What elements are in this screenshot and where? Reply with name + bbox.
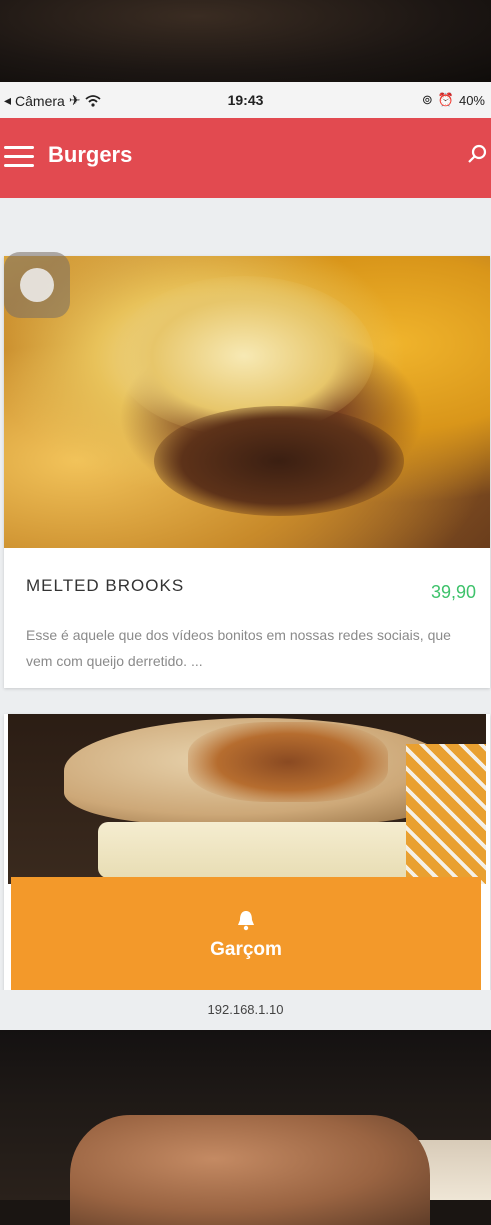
- search-icon[interactable]: [467, 144, 487, 164]
- menu-icon[interactable]: [4, 146, 34, 170]
- call-waiter-button[interactable]: Garçom: [11, 877, 481, 991]
- alarm-icon: ⏰: [437, 92, 454, 107]
- menu-item-photo: [8, 714, 486, 884]
- background-top: [0, 0, 491, 82]
- status-time: 19:43: [227, 92, 264, 108]
- battery-percent: 40%: [458, 92, 485, 108]
- menu-item-price: 39,90: [430, 582, 476, 602]
- menu-item-card[interactable]: MELTED BROOKS 39,90 Esse é aquele que do…: [4, 256, 490, 688]
- menu-item-photo: [4, 256, 490, 548]
- lock-rotation-icon: ⊚: [421, 92, 433, 107]
- assistive-touch-button[interactable]: [4, 252, 70, 318]
- status-bar: ◂ Câmera ✈ 19:43 ⊚ ⏰ 40%: [0, 82, 491, 118]
- menu-item-name: MELTED BROOKS: [26, 576, 185, 595]
- bell-icon: [238, 911, 254, 931]
- app-bar: Burgers: [0, 118, 491, 198]
- menu-item-description: Esse é aquele que dos vídeos bonitos em …: [26, 627, 451, 669]
- address-text: 192.168.1.10: [207, 1002, 284, 1017]
- phone-screen: ◂ Câmera ✈ 19:43 ⊚ ⏰ 40% Burgers MELTED …: [0, 82, 491, 1030]
- hand: [70, 1115, 430, 1225]
- page-title: Burgers: [48, 142, 133, 167]
- address-bar[interactable]: 192.168.1.10: [0, 990, 491, 1030]
- status-right: ⊚ ⏰ 40%: [422, 92, 485, 108]
- call-waiter-label: Garçom: [210, 939, 282, 960]
